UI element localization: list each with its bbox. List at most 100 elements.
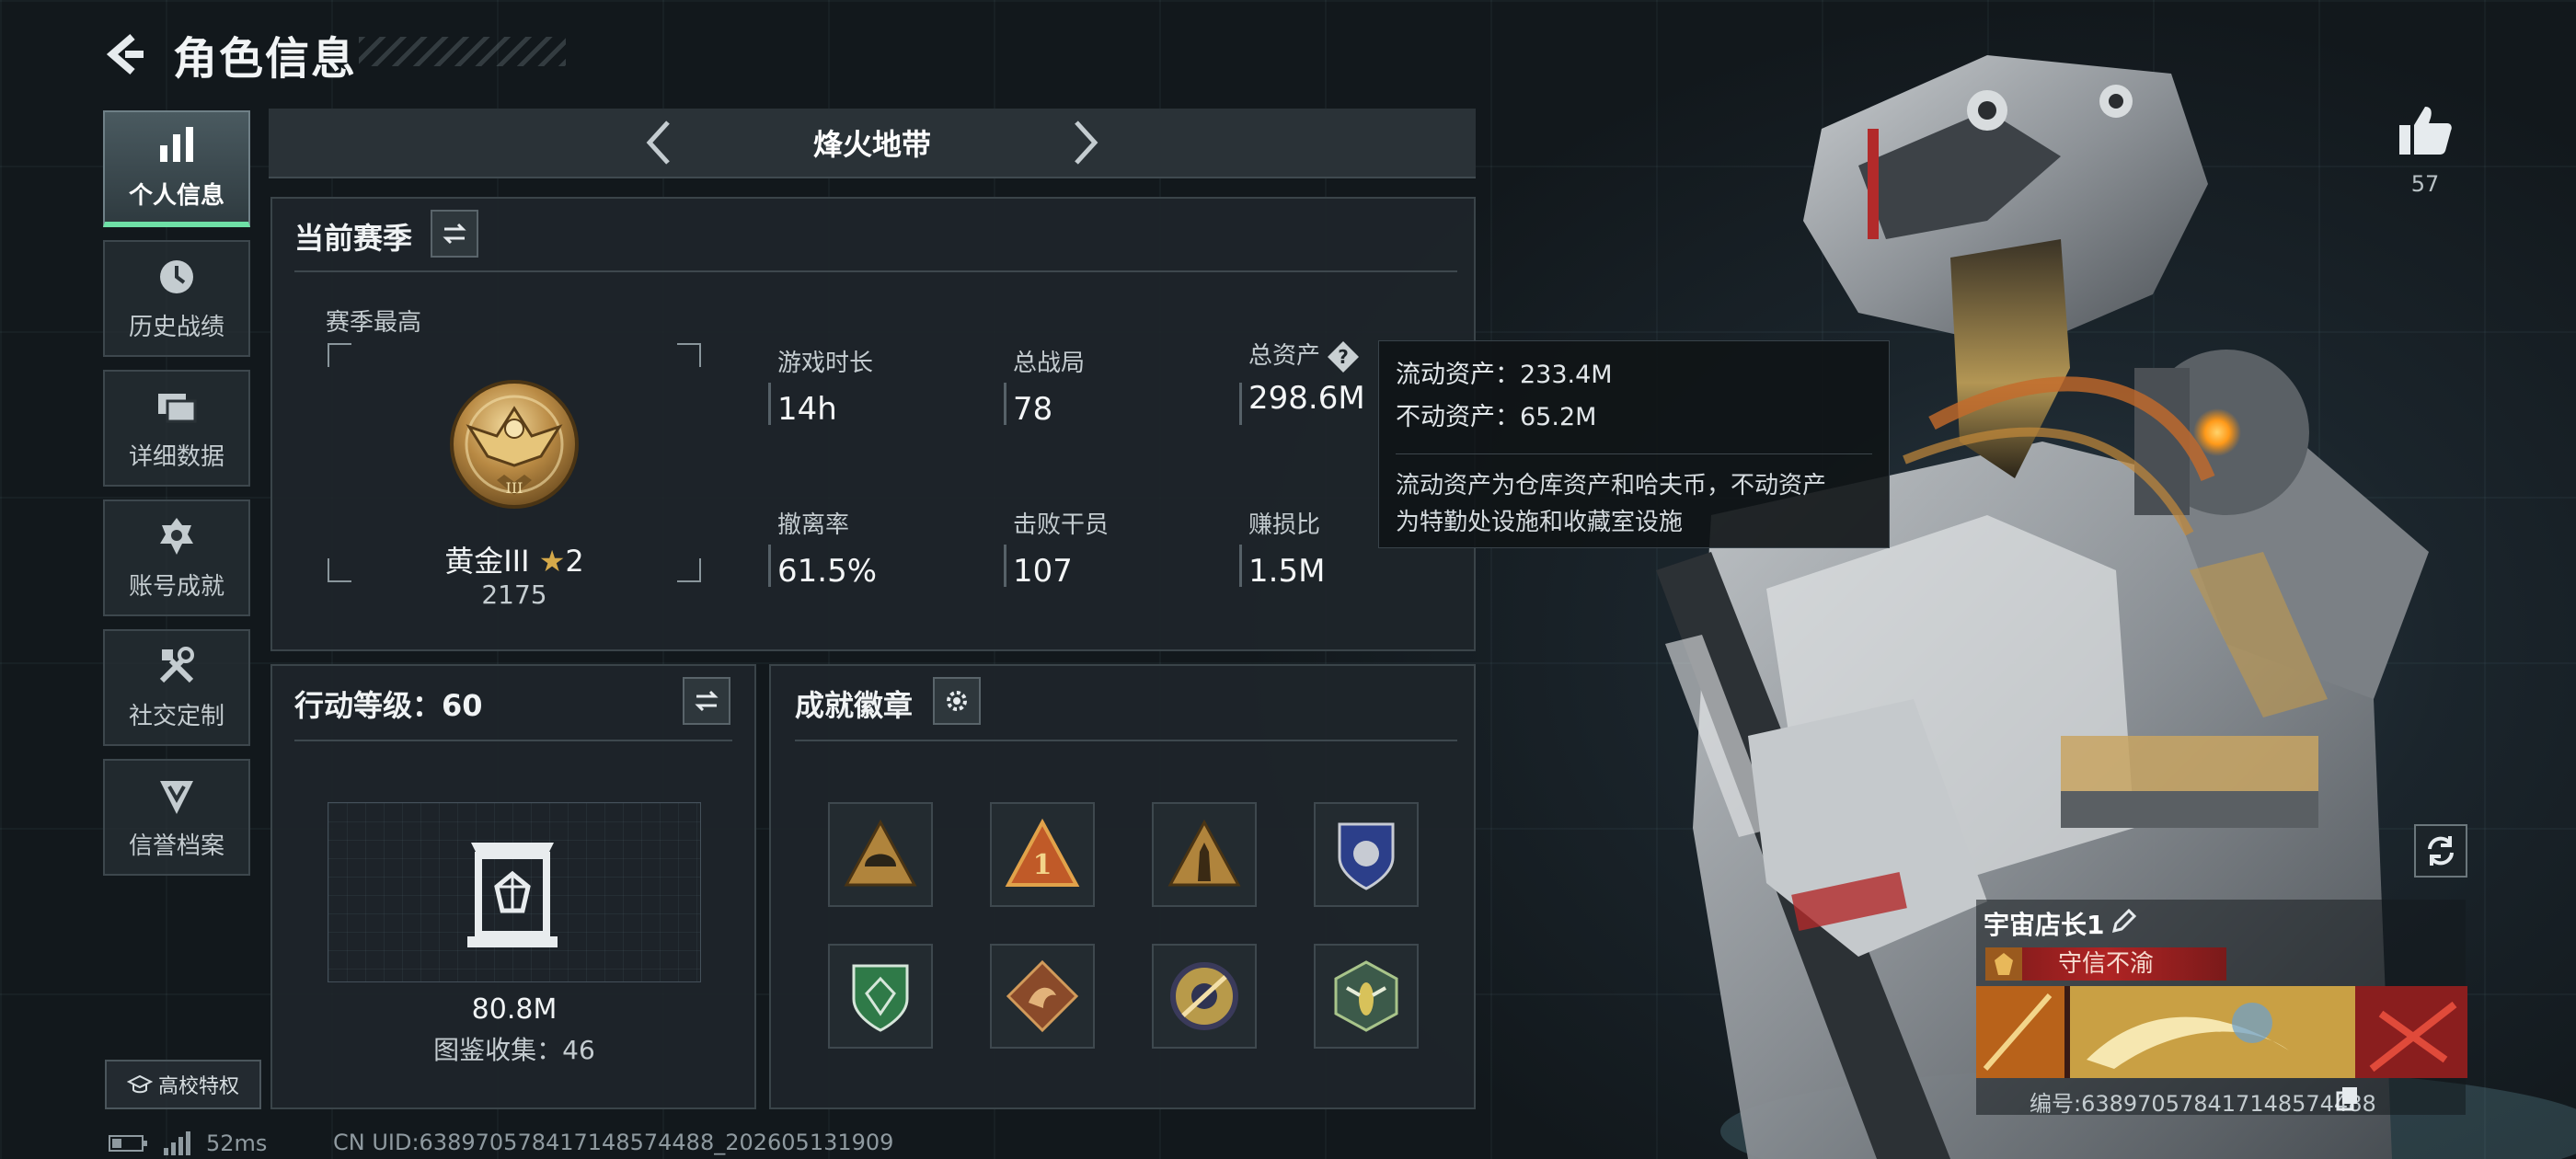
refresh-icon xyxy=(2428,836,2454,866)
stat-label: 游戏时长 xyxy=(777,350,874,377)
svg-text:1: 1 xyxy=(1033,849,1052,881)
like-count: 57 xyxy=(2410,171,2440,197)
nav-item-label: 个人信息 xyxy=(128,182,224,210)
nav-item-label: 社交定制 xyxy=(128,703,224,730)
stack-icon xyxy=(158,394,197,423)
school-privilege-button[interactable]: 高校特权 xyxy=(105,1060,261,1109)
badge-slot[interactable] xyxy=(1152,944,1257,1049)
badge-slot[interactable] xyxy=(990,944,1095,1049)
badge-helmet-icon xyxy=(844,819,917,887)
stat-separator xyxy=(768,383,771,425)
badge-slot[interactable] xyxy=(1314,802,1419,907)
stat-label: 总资产 ? xyxy=(1248,337,1365,374)
side-nav: 个人信息 历史战绩 详细数据 账号成就 社交定制 信誉档案 xyxy=(103,110,250,889)
swap-icon xyxy=(443,223,466,245)
stat-label: 击败干员 xyxy=(1013,511,1110,539)
copy-icon[interactable] xyxy=(2335,1085,2361,1111)
stat-separator xyxy=(1239,383,1242,425)
history-icon xyxy=(160,260,193,293)
tooltip-note-line: 为特勤处设施和收藏室设施 xyxy=(1396,509,1684,536)
stat-label: 赚损比 xyxy=(1248,511,1321,539)
ping-value: 52ms xyxy=(206,1130,268,1156)
assets-tooltip: 流动资产：233.4M 不动资产：65.2M 流动资产为仓库资产和哈夫币，不动资… xyxy=(1378,340,1890,548)
player-name: 宇宙店长1 xyxy=(1984,910,2105,940)
title-emblem-icon xyxy=(1985,947,2022,981)
tooltip-liquid-assets: 流动资产：233.4M xyxy=(1396,361,1613,389)
stat-label: 撤离率 xyxy=(777,511,850,539)
stat-operators-defeated: 击败干员 107 xyxy=(1004,506,1110,590)
stat-label-text: 总资产 xyxy=(1248,342,1321,370)
mode-title: 烽火地带 xyxy=(812,127,931,162)
collection-value: 80.8M xyxy=(471,993,558,1026)
stat-profit-loss-ratio: 赚损比 1.5M xyxy=(1239,506,1326,590)
tooltip-note-line: 流动资产为仓库资产和哈夫币，不动资产 xyxy=(1396,472,1827,499)
edit-pencil-icon[interactable] xyxy=(2109,907,2138,936)
stat-value: 1.5M xyxy=(1248,553,1326,590)
status-footer: 52ms xyxy=(109,1128,267,1159)
stat-separator xyxy=(1239,545,1242,587)
stat-label: 总战局 xyxy=(1013,350,1086,377)
badges-settings-button[interactable] xyxy=(933,677,981,725)
nav-item-achievements[interactable]: 账号成就 xyxy=(103,499,250,616)
badge-number-one-icon: 1 xyxy=(1005,818,1080,887)
help-icon[interactable]: ? xyxy=(1326,339,1361,374)
nav-item-history[interactable]: 历史战绩 xyxy=(103,240,250,357)
badge-dragon-icon xyxy=(1006,959,1079,1033)
page-title: 角色信息 xyxy=(173,33,358,85)
school-privilege-label: 高校特权 xyxy=(157,1075,239,1098)
stat-separator xyxy=(1004,545,1006,587)
nav-item-personal-info[interactable]: 个人信息 xyxy=(103,110,250,227)
badge-slot[interactable] xyxy=(1314,944,1419,1049)
mode-selector: 烽火地带 xyxy=(269,109,1476,178)
stat-separator xyxy=(768,545,771,587)
svg-text:III: III xyxy=(506,479,523,497)
season-title: 当前赛季 xyxy=(294,221,413,256)
collection-case-icon xyxy=(467,843,558,947)
refresh-button[interactable] xyxy=(2414,824,2467,878)
stat-separator xyxy=(1004,383,1006,425)
thumbs-up-icon[interactable] xyxy=(2396,103,2455,158)
season-switch-button[interactable] xyxy=(431,210,478,258)
season-best-label: 赛季最高 xyxy=(326,309,422,337)
svg-text:?: ? xyxy=(1338,346,1349,368)
nav-item-label: 账号成就 xyxy=(128,573,224,601)
stat-value: 78 xyxy=(1013,391,1053,428)
action-level-title: 行动等级：60 xyxy=(294,688,483,723)
badge-slot[interactable]: 1 xyxy=(990,802,1095,907)
gear-icon xyxy=(947,691,967,711)
rank-name-text: 黄金III xyxy=(444,544,530,579)
credit-icon xyxy=(160,781,193,814)
stat-value: 107 xyxy=(1013,553,1073,590)
rank-name: 黄金III ★2 xyxy=(328,538,701,580)
tooltip-note: 流动资产为仓库资产和哈夫币，不动资产 为特勤处设施和收藏室设施 xyxy=(1396,453,1872,541)
tooltip-fixed-assets: 不动资产：65.2M xyxy=(1396,403,1597,431)
season-divider xyxy=(294,270,1457,272)
nav-item-social-custom[interactable]: 社交定制 xyxy=(103,629,250,746)
nav-item-detailed-data[interactable]: 详细数据 xyxy=(103,370,250,487)
badge-green-shield-icon xyxy=(852,964,909,1032)
level-switch-button[interactable] xyxy=(683,677,730,725)
nav-item-credit-record[interactable]: 信誉档案 xyxy=(103,759,250,876)
chevron-right-icon[interactable] xyxy=(1065,117,1106,168)
star-icon: ★ xyxy=(538,544,566,579)
collection-count: 图鉴收集：46 xyxy=(433,1035,595,1065)
badges-title: 成就徽章 xyxy=(795,688,914,723)
chevron-left-icon[interactable] xyxy=(638,117,679,168)
badge-slot[interactable] xyxy=(1152,802,1257,907)
stat-value: 298.6M xyxy=(1248,379,1365,417)
stat-total-assets: 总资产 ? 298.6M xyxy=(1239,337,1365,425)
back-arrow-icon[interactable] xyxy=(101,31,147,77)
badge-gold-emblem-icon xyxy=(1170,962,1238,1030)
badge-slot[interactable] xyxy=(828,944,933,1049)
battery-icon xyxy=(109,1135,147,1152)
title-decoration xyxy=(359,37,566,66)
nav-item-label: 历史战绩 xyxy=(128,314,224,341)
badge-slot[interactable] xyxy=(828,802,933,907)
achievement-icon xyxy=(160,518,193,555)
signal-icon xyxy=(164,1131,190,1155)
badges-divider xyxy=(795,740,1457,741)
header: 角色信息 xyxy=(101,22,357,86)
badge-blue-shield-icon xyxy=(1338,822,1395,890)
nav-item-label: 详细数据 xyxy=(128,443,224,471)
level-divider xyxy=(294,740,732,741)
